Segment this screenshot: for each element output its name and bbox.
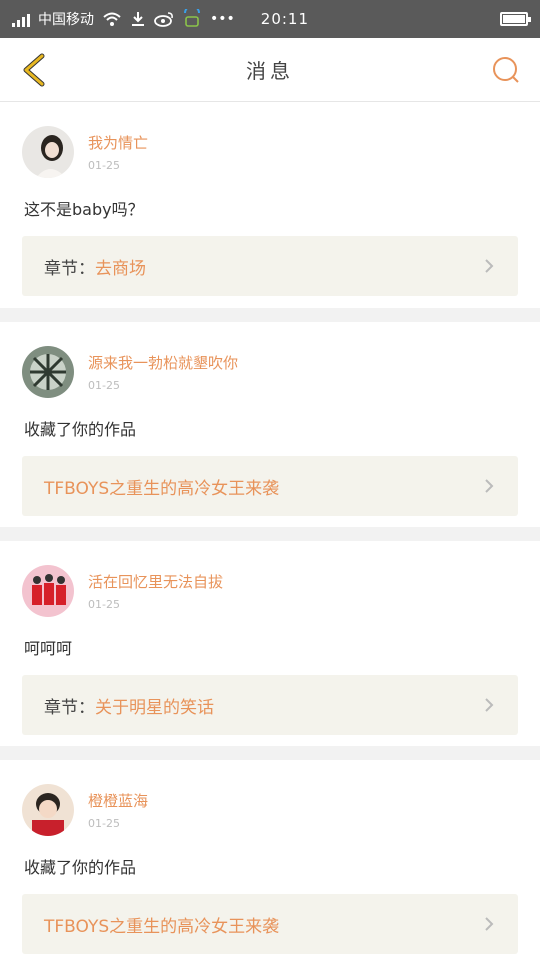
carrier-label: 中国移动 bbox=[38, 12, 94, 28]
status-bar: 中国移动 ••• 20:11 bbox=[0, 0, 540, 38]
weibo-icon bbox=[154, 12, 173, 27]
battery-icon bbox=[500, 12, 531, 26]
chapter-prefix: 章节： bbox=[44, 697, 95, 718]
message-date: 01-25 bbox=[88, 379, 120, 392]
wifi-icon bbox=[103, 12, 121, 26]
message-card: 我为情亡 01-25 这不是baby吗？ 章节：去商场 bbox=[0, 102, 540, 308]
user-name[interactable]: 我为情亡 bbox=[88, 132, 148, 153]
back-button[interactable] bbox=[14, 50, 54, 90]
message-header: 源来我一勃柗就墾吹你 01-25 bbox=[22, 346, 518, 398]
avatar[interactable] bbox=[22, 784, 74, 836]
chevron-right-icon bbox=[485, 259, 494, 273]
work-link[interactable]: TFBOYS之重生的高冷女王来袭 bbox=[22, 456, 518, 516]
message-icon bbox=[184, 9, 200, 27]
message-content: 收藏了你的作品 bbox=[24, 858, 137, 877]
chevron-right-icon bbox=[485, 917, 494, 931]
chapter-title: 关于明星的笑话 bbox=[95, 697, 214, 718]
message-date: 01-25 bbox=[88, 598, 120, 611]
message-card: 活在回忆里无法自拔 01-25 呵呵呵 章节：关于明星的笑话 bbox=[0, 541, 540, 746]
chapter-prefix: 章节： bbox=[44, 258, 95, 279]
signal-icon bbox=[12, 11, 30, 27]
message-card: 源来我一勃柗就墾吹你 01-25 收藏了你的作品 TFBOYS之重生的高冷女王来… bbox=[0, 322, 540, 527]
nav-bar: 消息 bbox=[0, 38, 540, 102]
user-name[interactable]: 活在回忆里无法自拔 bbox=[88, 571, 223, 592]
search-button[interactable] bbox=[486, 50, 526, 90]
message-card: 橙橙蓝海 01-25 收藏了你的作品 TFBOYS之重生的高冷女王来袭 bbox=[0, 760, 540, 960]
message-header: 我为情亡 01-25 bbox=[22, 126, 518, 178]
message-header: 橙橙蓝海 01-25 bbox=[22, 784, 518, 836]
chevron-right-icon bbox=[485, 479, 494, 493]
work-link[interactable]: TFBOYS之重生的高冷女王来袭 bbox=[22, 894, 518, 954]
message-date: 01-25 bbox=[88, 817, 120, 830]
status-left: 中国移动 ••• 20:11 bbox=[12, 9, 500, 29]
work-title: TFBOYS之重生的高冷女王来袭 bbox=[44, 478, 280, 499]
message-header: 活在回忆里无法自拔 01-25 bbox=[22, 565, 518, 617]
chapter-link-text: 章节：关于明星的笑话 bbox=[44, 693, 214, 718]
message-list: 我为情亡 01-25 这不是baby吗？ 章节：去商场 源来我一勃柗就墾吹你 0… bbox=[0, 102, 540, 960]
avatar[interactable] bbox=[22, 126, 74, 178]
avatar[interactable] bbox=[22, 565, 74, 617]
search-icon bbox=[493, 56, 519, 83]
work-title: TFBOYS之重生的高冷女王来袭 bbox=[44, 916, 280, 937]
chevron-left-icon bbox=[23, 53, 45, 86]
chapter-link-text: 章节：去商场 bbox=[44, 254, 146, 279]
chapter-title: 去商场 bbox=[95, 258, 146, 279]
work-link-text: TFBOYS之重生的高冷女王来袭 bbox=[44, 474, 279, 499]
user-name[interactable]: 橙橙蓝海 bbox=[88, 790, 148, 811]
page-title: 消息 bbox=[246, 59, 294, 83]
user-name[interactable]: 源来我一勃柗就墾吹你 bbox=[88, 352, 238, 373]
work-link-text: TFBOYS之重生的高冷女王来袭 bbox=[44, 912, 279, 937]
chapter-link[interactable]: 章节：关于明星的笑话 bbox=[22, 675, 518, 735]
status-time: 20:11 bbox=[260, 10, 310, 28]
download-icon bbox=[132, 12, 144, 26]
avatar[interactable] bbox=[22, 346, 74, 398]
chevron-right-icon bbox=[485, 698, 494, 712]
message-content: 呵呵呵 bbox=[24, 639, 73, 658]
more-dots-icon: ••• bbox=[210, 11, 235, 27]
message-content: 收藏了你的作品 bbox=[24, 420, 137, 439]
chapter-link[interactable]: 章节：去商场 bbox=[22, 236, 518, 296]
message-date: 01-25 bbox=[88, 159, 120, 172]
message-content: 这不是baby吗？ bbox=[24, 200, 144, 219]
